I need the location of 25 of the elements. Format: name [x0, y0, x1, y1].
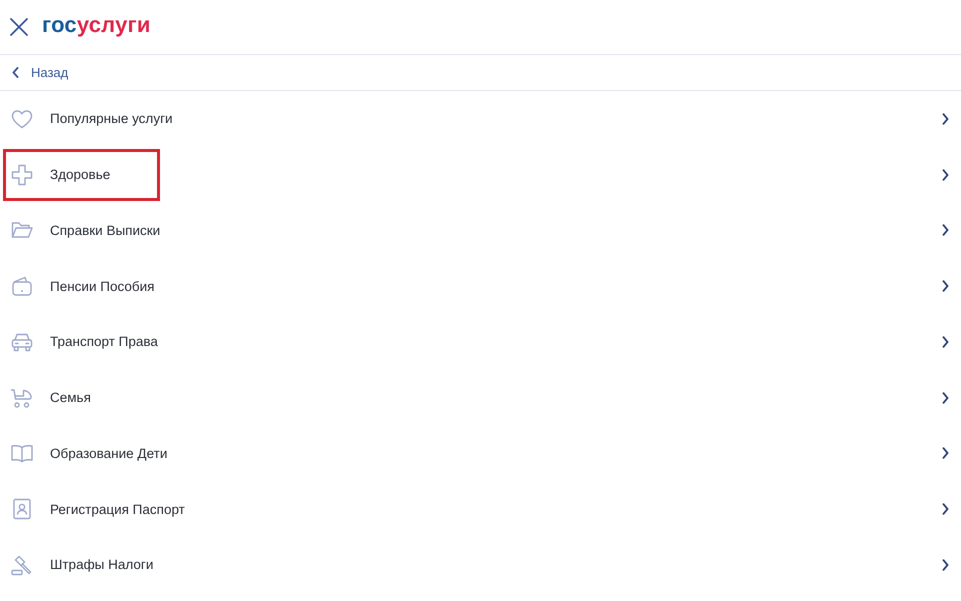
logo[interactable]: госуслуги	[42, 14, 151, 40]
plus-icon	[10, 162, 34, 187]
chevron-right-icon	[942, 447, 949, 460]
menu-item[interactable]: Регистрация Паспорт	[0, 481, 961, 537]
chevron-right-icon	[942, 280, 949, 292]
chevron-right-icon	[942, 224, 949, 236]
chevron-right-icon	[942, 168, 949, 181]
menu-item[interactable]: Справки Выписки	[0, 202, 961, 258]
chevron-right-icon	[942, 558, 949, 571]
chevron-right-icon	[942, 392, 949, 404]
chevron-right-icon	[942, 503, 949, 516]
menu-item[interactable]: Штрафы Налоги	[0, 537, 961, 593]
wallet-icon	[10, 274, 34, 298]
back-link[interactable]: Назад	[12, 65, 68, 80]
chevron-left-icon	[12, 67, 19, 78]
menu-item[interactable]: Семья	[0, 370, 961, 426]
menu-item[interactable]: Транспорт Права	[0, 314, 961, 370]
menu-item[interactable]: Пенсии Пособия	[0, 258, 961, 314]
menu-item[interactable]: Образование Дети	[0, 426, 961, 482]
chevron-right-icon	[942, 112, 949, 125]
menu-item[interactable]: Здоровье	[0, 146, 961, 202]
chevron-right-icon	[942, 336, 949, 348]
close-icon	[9, 17, 29, 37]
close-button[interactable]	[8, 16, 30, 38]
menu-item[interactable]: Популярные услуги	[0, 91, 961, 147]
